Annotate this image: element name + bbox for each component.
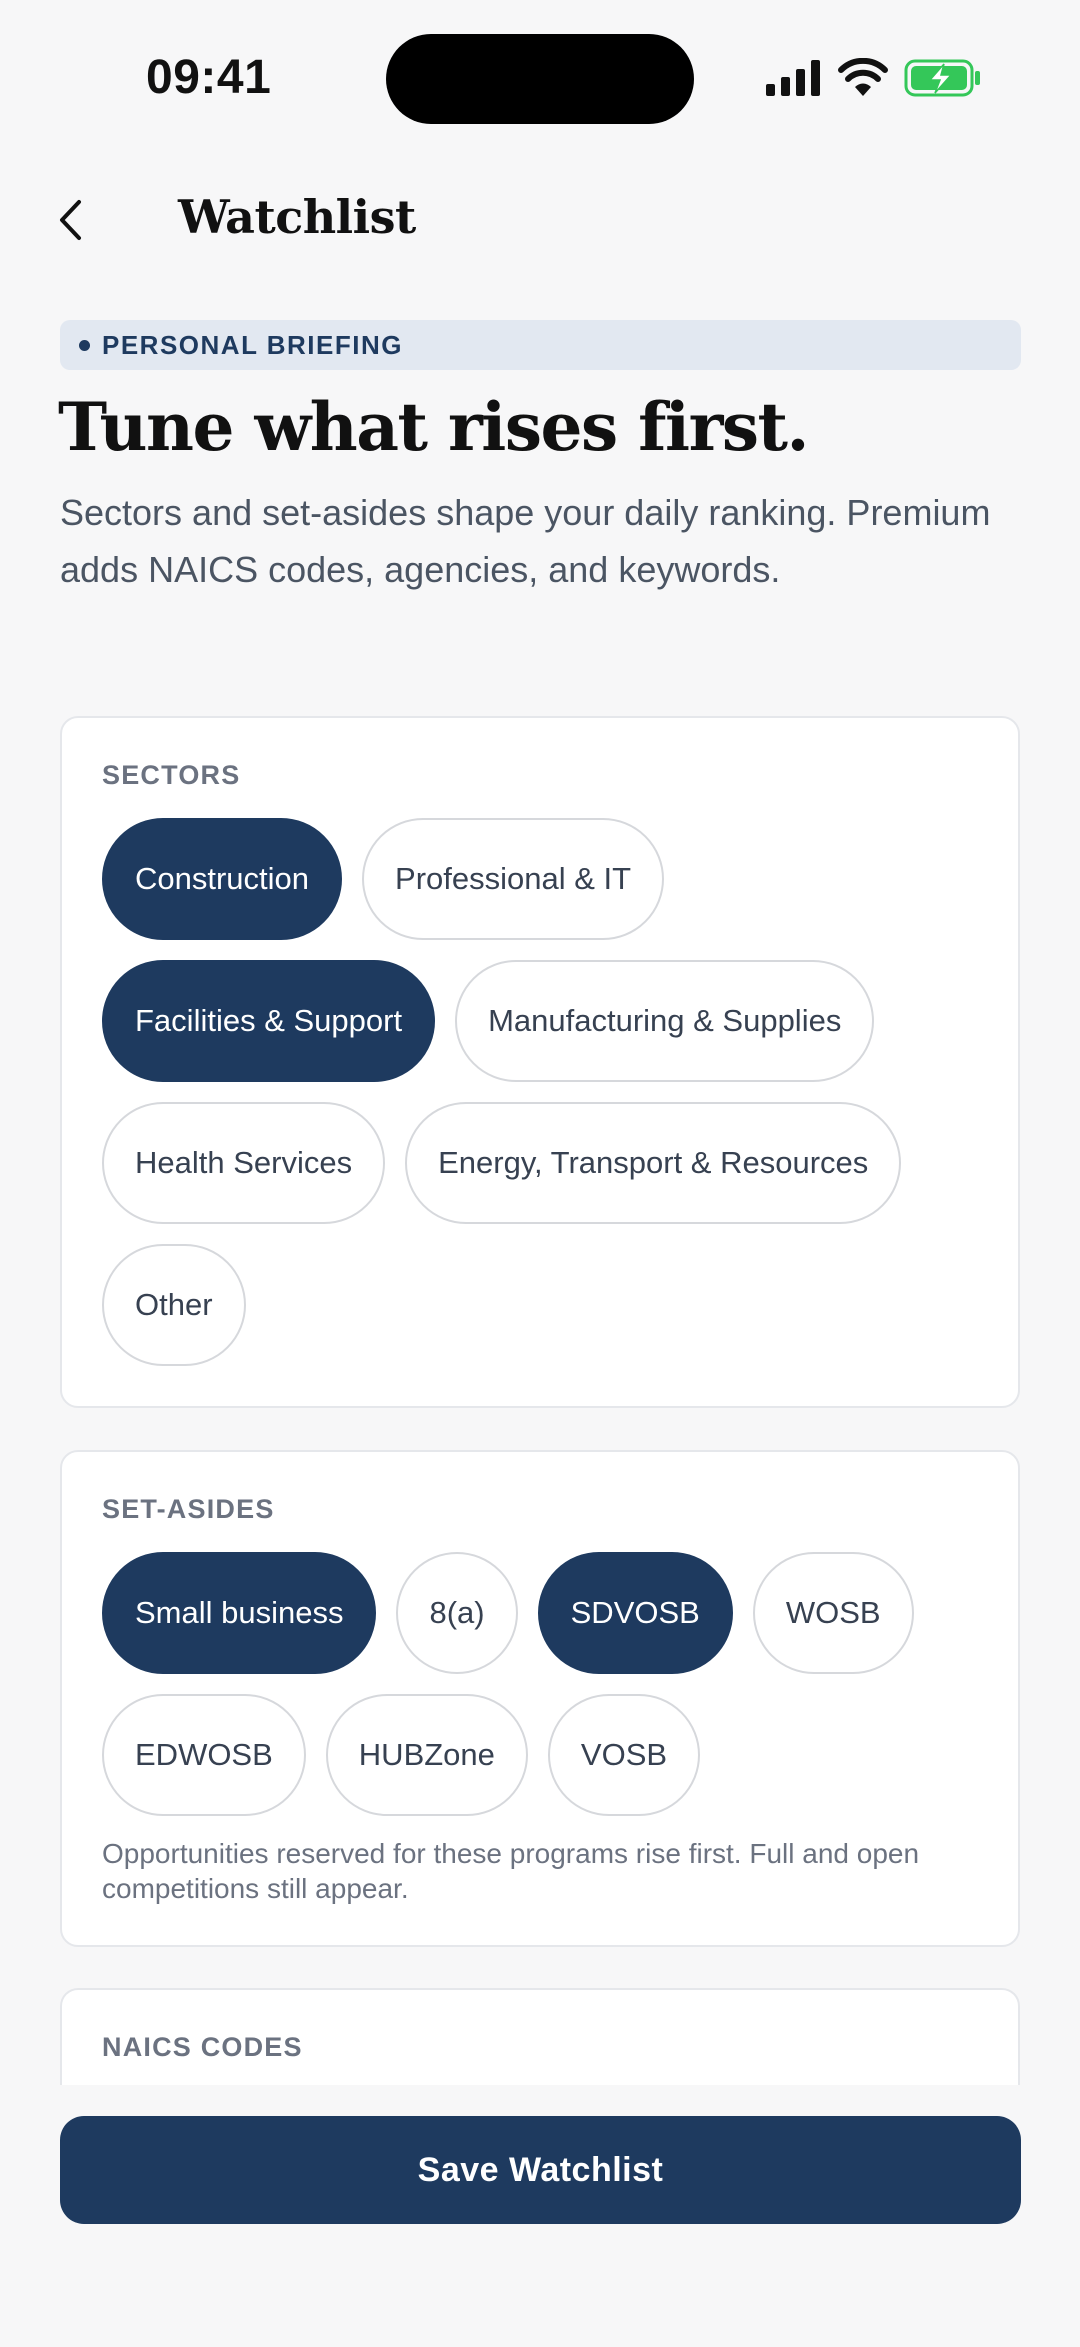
set-asides-label: SET-ASIDES (102, 1494, 275, 1524)
dynamic-island (386, 34, 694, 124)
status-bar: 09:41 (0, 0, 1080, 150)
chevron-left-icon (60, 200, 81, 240)
set-asides-chip-group: Small business 8(a) SDVOSB WOSB EDWOSB H… (102, 1552, 982, 1816)
wifi-icon (838, 58, 888, 96)
chip-edwosb[interactable]: EDWOSB (102, 1694, 306, 1816)
chip-energy-transport-resources[interactable]: Energy, Transport & Resources (405, 1102, 902, 1224)
headline: Tune what rises first. (58, 388, 810, 466)
chip-construction[interactable]: Construction (102, 818, 343, 940)
chip-other[interactable]: Other (102, 1244, 246, 1366)
sectors-label: SECTORS (102, 760, 241, 790)
set-asides-card: SET-ASIDES Small business 8(a) SDVOSB WO… (60, 1450, 1020, 1947)
badge-label: PERSONAL BRIEFING (102, 329, 403, 360)
dot-icon (79, 339, 90, 351)
save-watchlist-button[interactable]: Save Watchlist (60, 2116, 1021, 2224)
chip-vosb[interactable]: VOSB (547, 1694, 701, 1816)
chip-manufacturing-supplies[interactable]: Manufacturing & Supplies (455, 960, 875, 1082)
chip-hubzone[interactable]: HUBZone (325, 1694, 528, 1816)
sectors-card: SECTORS Construction Professional & IT F… (60, 716, 1020, 1408)
chip-8a[interactable]: 8(a) (396, 1552, 518, 1674)
chip-wosb[interactable]: WOSB (752, 1552, 914, 1674)
back-button[interactable] (46, 192, 94, 248)
status-time: 09:41 (146, 51, 272, 104)
subtitle: Sectors and set-asides shape your daily … (60, 492, 991, 590)
sectors-chip-group: Construction Professional & IT Facilitie… (102, 818, 982, 1366)
chip-professional-it[interactable]: Professional & IT (362, 818, 665, 940)
set-asides-helper-text: Opportunities reserved for these program… (102, 1838, 920, 1904)
personal-briefing-badge: PERSONAL BRIEFING (60, 320, 1021, 370)
cellular-signal-icon (766, 60, 820, 96)
chip-health-services[interactable]: Health Services (102, 1102, 386, 1224)
chip-sdvosb[interactable]: SDVOSB (537, 1552, 733, 1674)
battery-charging-icon (904, 59, 980, 97)
page-title: Watchlist (178, 190, 416, 244)
chip-facilities-support[interactable]: Facilities & Support (102, 960, 436, 1082)
chip-small-business[interactable]: Small business (102, 1552, 377, 1674)
naics-codes-label: NAICS CODES (102, 2032, 303, 2062)
